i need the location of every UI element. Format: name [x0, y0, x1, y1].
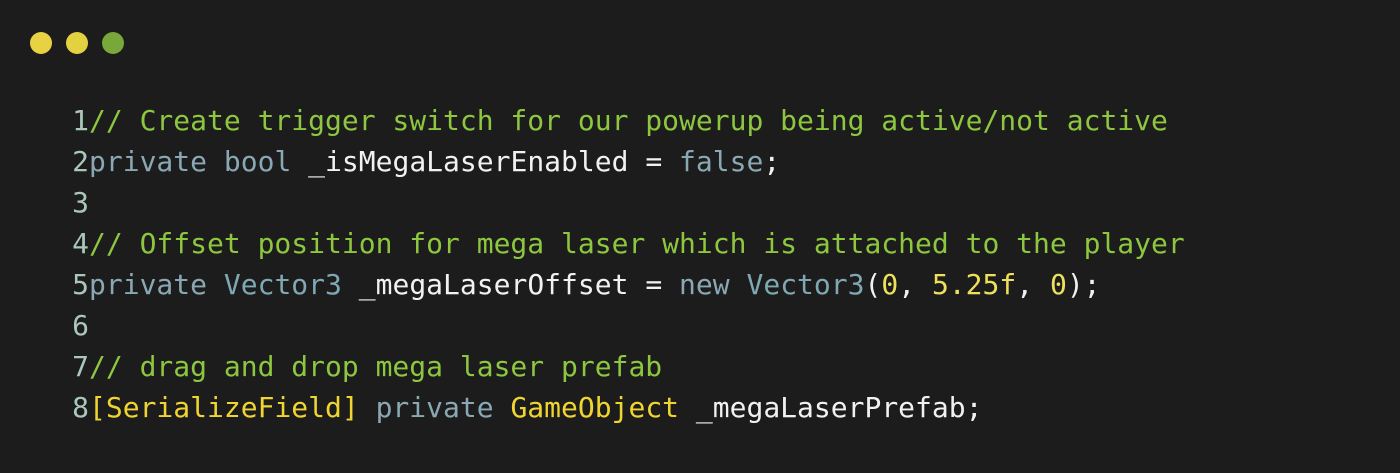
code-token-identifier: _isMegaLaserEnabled = [291, 145, 680, 178]
code-line: 2 private bool _isMegaLaserEnabled = fals… [56, 141, 1185, 182]
code-token-punct [207, 268, 224, 301]
code-token-punct [494, 391, 511, 424]
maximize-dot-icon[interactable] [102, 32, 124, 54]
code-token-identifier: _megaLaserOffset = [341, 268, 680, 301]
code-line: 8 [SerializeField] private GameObject _me… [56, 387, 1185, 428]
line-number: 2 [72, 145, 89, 178]
code-token-keyword: false [679, 145, 764, 178]
code-line: 7// drag and drop mega laser prefab [56, 346, 1185, 387]
code-token-number: 0 [881, 268, 899, 301]
code-line: 6 [56, 305, 1185, 346]
line-number: 1 [72, 104, 89, 137]
code-block: 1// Create trigger switch for our poweru… [56, 100, 1185, 428]
code-token-number: 0 [1049, 268, 1067, 301]
code-token-keyword: private [89, 268, 208, 301]
code-token-number: 5.25f [931, 268, 1017, 301]
line-number: 3 [72, 186, 89, 219]
line-number: 8 [72, 391, 89, 424]
code-line: 1// Create trigger switch for our poweru… [56, 100, 1185, 141]
code-line: 5 private Vector3 _megaLaserOffset = new … [56, 264, 1185, 305]
line-content: // Offset position for mega laser which … [89, 223, 1185, 264]
code-token-keyword: private [89, 145, 208, 178]
line-content: private Vector3 _megaLaserOffset = new V… [89, 264, 1101, 305]
code-token-comment: // Create trigger switch for our powerup… [89, 104, 1168, 137]
code-token-punct [207, 145, 224, 178]
code-line: 3 [56, 182, 1185, 223]
line-number: 5 [72, 268, 89, 301]
code-token-keyword: bool [223, 145, 292, 178]
code-token-punct: , [898, 268, 932, 301]
line-number: 6 [72, 309, 89, 342]
line-content: // drag and drop mega laser prefab [89, 346, 662, 387]
code-token-attribute: GameObject [510, 391, 680, 424]
close-dot-icon[interactable] [30, 32, 52, 54]
code-line: 4// Offset position for mega laser which… [56, 223, 1185, 264]
code-token-punct: , [1016, 268, 1050, 301]
window-controls [30, 32, 124, 54]
code-token-punct [730, 268, 747, 301]
code-token-keyword: new [679, 268, 730, 301]
code-token-punct [359, 391, 376, 424]
code-token-type: Vector3 [223, 268, 342, 301]
code-token-comment: // drag and drop mega laser prefab [89, 350, 663, 383]
code-token-keyword: private [375, 391, 494, 424]
code-window: 1// Create trigger switch for our poweru… [0, 0, 1400, 473]
line-number: 7 [72, 350, 89, 383]
code-token-punct: ); [1066, 268, 1101, 301]
code-token-comment: // Offset position for mega laser which … [89, 227, 1185, 260]
line-content: private bool _isMegaLaserEnabled = false… [89, 141, 780, 182]
line-content: [SerializeField] private GameObject _meg… [89, 387, 982, 428]
code-token-type: Vector3 [746, 268, 865, 301]
code-token-punct: ; [763, 145, 781, 178]
minimize-dot-icon[interactable] [66, 32, 88, 54]
line-number: 4 [72, 227, 89, 260]
code-token-attribute: [SerializeField] [89, 391, 359, 424]
code-token-identifier: _megaLaserPrefab; [679, 391, 983, 424]
line-content: // Create trigger switch for our powerup… [89, 100, 1168, 141]
code-token-punct: ( [864, 268, 882, 301]
